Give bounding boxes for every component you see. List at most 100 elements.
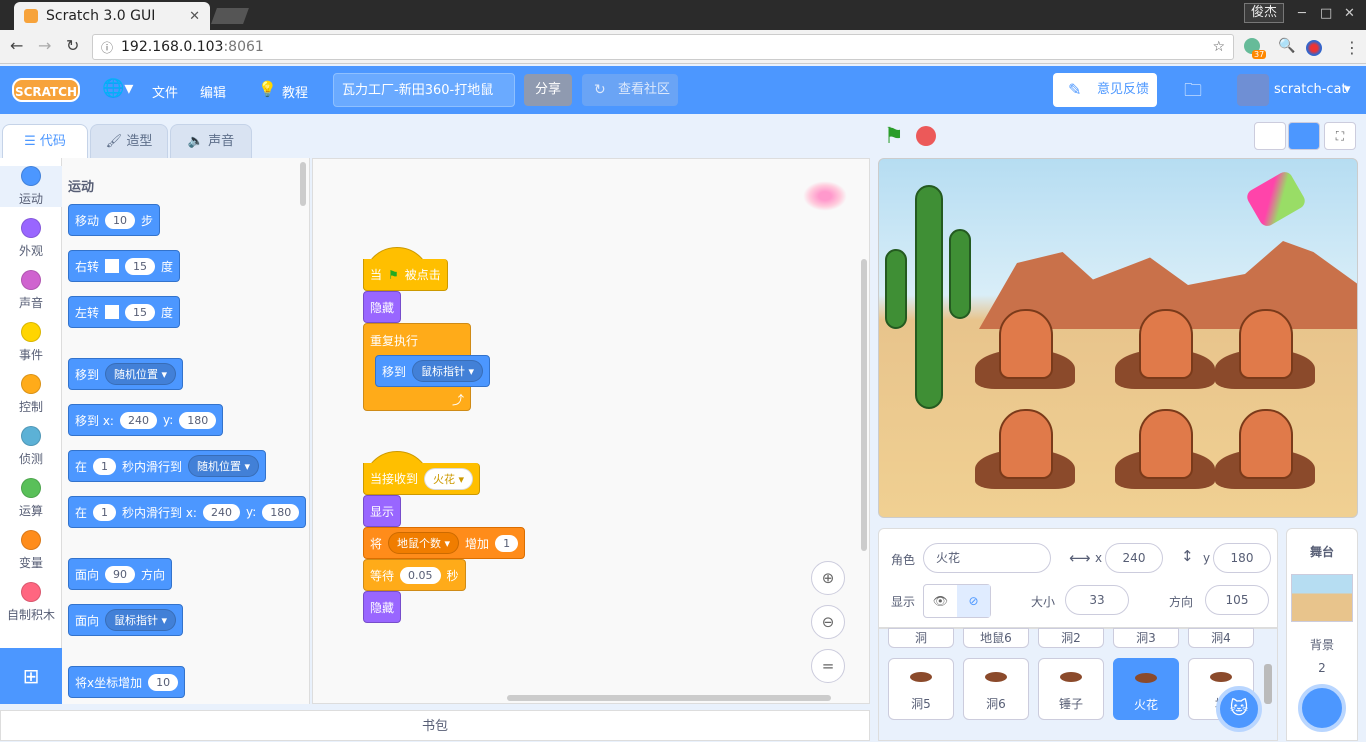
bookmark-star-icon[interactable]: ☆	[1212, 39, 1225, 55]
block-hide[interactable]: 隐藏	[363, 291, 402, 323]
block-glide-to[interactable]: 在 1 秒内滑行到 随机位置 ▾	[68, 450, 267, 482]
fullscreen-icon[interactable]: ⛶	[1324, 122, 1356, 150]
add-extension-button[interactable]: ⊞	[0, 648, 62, 704]
workspace-hscrollbar[interactable]	[507, 695, 831, 701]
block-change-x[interactable]: 将x坐标增加 10	[68, 666, 186, 698]
sprite-y-input[interactable]: 180	[1213, 543, 1271, 573]
zoom-in-icon[interactable]: ⊕	[811, 561, 845, 595]
category-item[interactable]: 事件	[0, 322, 62, 363]
sprite-tile[interactable]: 洞5	[888, 658, 954, 720]
share-button[interactable]: 分享	[524, 74, 572, 106]
block-wait[interactable]: 等待 0.05 秒	[363, 559, 466, 591]
browser-tab[interactable]: Scratch 3.0 GUI ✕	[14, 2, 210, 30]
block-point-direction[interactable]: 面向 90 方向	[68, 558, 173, 590]
workspace-vscrollbar[interactable]	[861, 259, 867, 551]
sprite-direction-input[interactable]: 105	[1205, 585, 1269, 615]
category-item[interactable]: 声音	[0, 270, 62, 311]
browser-menu-icon[interactable]: ⋮	[1344, 38, 1360, 57]
choose-sprite-button[interactable]: 🐱	[1216, 686, 1262, 732]
block-when-receive[interactable]: 当接收到 火花 ▾	[363, 463, 481, 495]
sprite-list-scrollbar[interactable]	[1264, 664, 1272, 704]
sprite-tile[interactable]: 洞2	[1038, 628, 1104, 648]
category-item[interactable]: 控制	[0, 374, 62, 415]
small-stage-button[interactable]	[1254, 122, 1286, 150]
block-move-steps[interactable]: 移动 10 步	[68, 204, 161, 236]
sprite-tile[interactable]: 洞3	[1113, 628, 1179, 648]
block-point-towards[interactable]: 面向 鼠标指针 ▾	[68, 604, 184, 636]
y-input[interactable]: 180	[262, 503, 300, 521]
username[interactable]: scratch-cat	[1274, 82, 1347, 97]
forward-icon[interactable]: →	[38, 36, 51, 55]
glide-dropdown[interactable]: 随机位置 ▾	[188, 455, 260, 477]
message-dropdown[interactable]: 火花 ▾	[424, 467, 474, 490]
menu-file[interactable]: 文件	[152, 82, 178, 101]
eye-slash-icon[interactable]: ⊘	[957, 585, 990, 617]
sprite-size-input[interactable]: 33	[1065, 585, 1129, 615]
block-glide-xy[interactable]: 在 1 秒内滑行到 x: 240 y: 180	[68, 496, 307, 528]
my-stuff-folder-icon[interactable]: 🗀	[1184, 78, 1202, 108]
sprite-tile[interactable]: 洞6	[963, 658, 1029, 720]
backpack[interactable]: 书包	[0, 710, 870, 741]
sprite-name-input[interactable]: 火花	[923, 543, 1051, 573]
avatar[interactable]	[1237, 74, 1269, 106]
block-when-flag-clicked[interactable]: 当 ⚑ 被点击	[363, 259, 448, 291]
sprite-tile[interactable]: 洞4	[1188, 628, 1254, 648]
direction-input[interactable]: 90	[105, 565, 136, 583]
block-turn-right[interactable]: 右转 15 度	[68, 250, 181, 282]
block-hide[interactable]: 隐藏	[363, 591, 402, 623]
tab-code[interactable]: ☰ 代码	[2, 124, 88, 158]
extension2-icon[interactable]	[1306, 40, 1322, 56]
block-goto-pointer[interactable]: 移到 鼠标指针 ▾	[375, 355, 491, 387]
dx-input[interactable]: 10	[148, 673, 179, 691]
category-item[interactable]: 外观	[0, 218, 62, 259]
variable-dropdown[interactable]: 地鼠个数 ▾	[388, 532, 460, 554]
block-change-variable[interactable]: 将地鼠个数 ▾ 增加 1	[363, 527, 526, 559]
zoom-reset-icon[interactable]: =	[811, 649, 845, 683]
category-item[interactable]: 侦测	[0, 426, 62, 467]
tab-costumes[interactable]: 🖌 造型	[90, 124, 168, 158]
info-icon[interactable]: ⓘ	[101, 39, 113, 56]
menu-tutorials[interactable]: 教程	[282, 82, 308, 101]
block-goto[interactable]: 移到 随机位置 ▾	[68, 358, 184, 390]
zoom-out-icon[interactable]: ⊖	[811, 605, 845, 639]
choose-backdrop-button[interactable]	[1298, 684, 1346, 732]
sprite-tile[interactable]: 洞	[888, 628, 954, 648]
close-window-icon[interactable]: ✕	[1344, 6, 1355, 21]
scratch-logo[interactable]: SCRATCH	[12, 78, 80, 102]
browser-user-badge[interactable]: 俊杰	[1244, 3, 1284, 23]
green-flag-icon[interactable]: ⚑	[884, 124, 904, 149]
tutorials-bulb-icon[interactable]: 💡	[258, 80, 277, 98]
degrees-input[interactable]: 15	[125, 257, 156, 275]
stage-canvas[interactable]	[878, 158, 1358, 518]
category-item[interactable]: 变量	[0, 530, 62, 571]
category-item[interactable]: 运动	[0, 166, 62, 207]
eye-icon[interactable]: 👁	[924, 585, 957, 617]
palette-scrollbar[interactable]	[300, 162, 306, 206]
sprite-x-input[interactable]: 240	[1105, 543, 1163, 573]
account-chevron-down-icon[interactable]: ▾	[1344, 82, 1351, 97]
zoom-icon[interactable]: 🔍	[1278, 38, 1295, 54]
goto-target-dropdown[interactable]: 鼠标指针 ▾	[412, 360, 484, 382]
url-input[interactable]: ⓘ 192.168.0.103:8061 ☆	[92, 34, 1234, 60]
stop-icon[interactable]	[916, 126, 936, 146]
tab-sounds[interactable]: 🔈 声音	[170, 124, 252, 158]
sprite-tile[interactable]: 地鼠6	[963, 628, 1029, 648]
block-show[interactable]: 显示	[363, 495, 402, 527]
goto-dropdown[interactable]: 随机位置 ▾	[105, 363, 177, 385]
category-item[interactable]: 运算	[0, 478, 62, 519]
language-globe-icon[interactable]: 🌐▾	[102, 78, 133, 99]
project-title-input[interactable]: 瓦力工厂-新田360-打地鼠	[333, 73, 515, 107]
secs-input[interactable]: 1	[93, 503, 117, 521]
block-goto-xy[interactable]: 移到 x: 240 y: 180	[68, 404, 224, 436]
sprite-tile[interactable]: 火花	[1113, 658, 1179, 720]
category-item[interactable]: 自制积木	[0, 582, 62, 623]
close-tab-icon[interactable]: ✕	[189, 9, 200, 24]
code-workspace[interactable]: 当 ⚑ 被点击 隐藏 重复执行 ⤴ 移到 鼠标指针 ▾ 当接收到 火花 ▾ 显示 将地鼠…	[312, 158, 870, 704]
x-input[interactable]: 240	[119, 411, 157, 429]
steps-input[interactable]: 10	[105, 211, 136, 229]
x-input[interactable]: 240	[202, 503, 240, 521]
new-tab-button[interactable]	[211, 8, 249, 24]
minimize-icon[interactable]: ─	[1298, 6, 1306, 21]
change-value-input[interactable]: 1	[495, 534, 519, 552]
towards-dropdown[interactable]: 鼠标指针 ▾	[105, 609, 177, 631]
